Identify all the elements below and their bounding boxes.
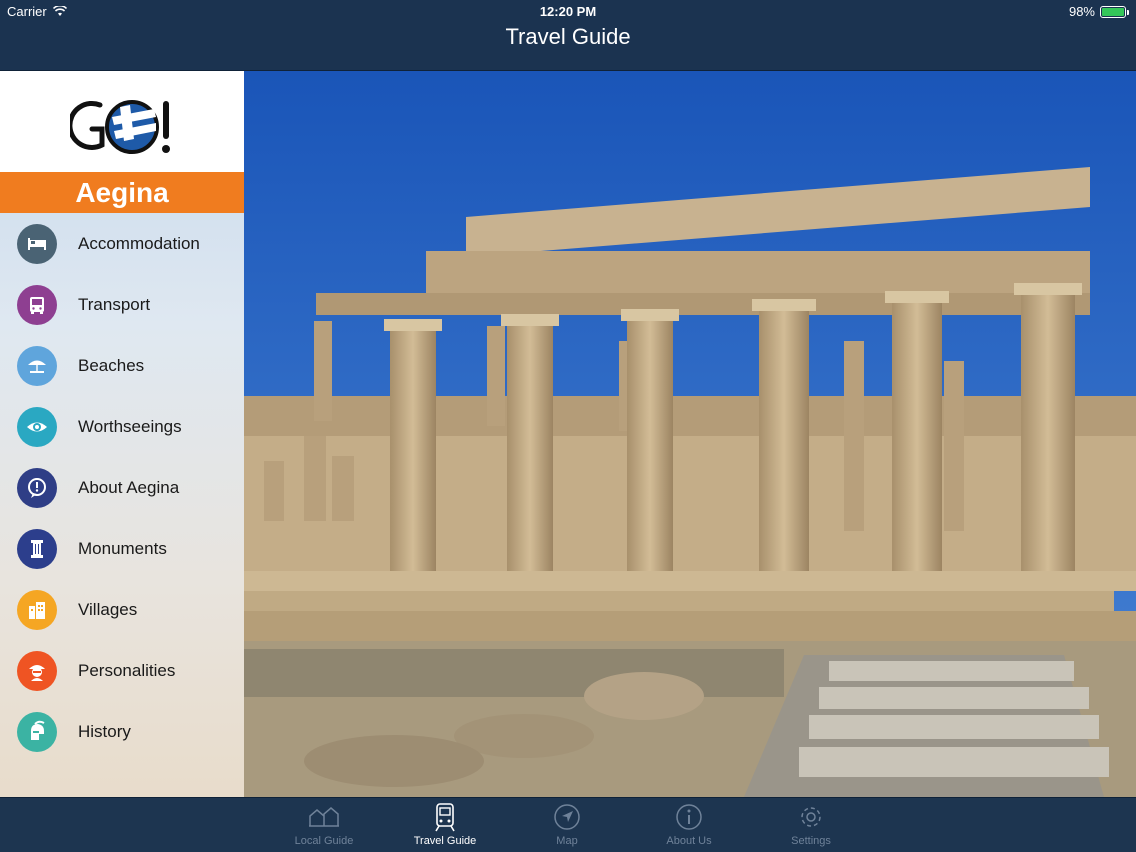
menu-item-worthseeings[interactable]: Worthseeings bbox=[0, 396, 244, 457]
logo-area bbox=[0, 71, 244, 172]
menu-label: Transport bbox=[78, 294, 151, 314]
beach-umbrella-icon bbox=[17, 345, 57, 386]
hero-photo-temple bbox=[244, 71, 1136, 797]
menu-label: Beaches bbox=[78, 355, 145, 375]
info-bubble-icon bbox=[17, 467, 57, 508]
region-title: Aegina bbox=[0, 172, 244, 213]
category-menu: Accommodation Transport Beaches Worthsee… bbox=[0, 213, 244, 762]
tab-travel-guide[interactable]: Travel Guide bbox=[395, 802, 495, 847]
menu-item-accommodation[interactable]: Accommodation bbox=[0, 213, 244, 274]
menu-label: About Aegina bbox=[78, 477, 180, 497]
tab-label: About Us bbox=[666, 835, 712, 847]
compass-arrow-icon bbox=[554, 804, 580, 830]
tab-bar: Local Guide Travel Guide Map About Us Se… bbox=[0, 797, 1136, 852]
bed-icon bbox=[17, 223, 57, 264]
menu-label: Personalities bbox=[78, 660, 176, 680]
houses-icon bbox=[309, 807, 339, 827]
buildings-icon bbox=[17, 589, 57, 630]
menu-item-about-aegina[interactable]: About Aegina bbox=[0, 457, 244, 518]
battery-icon bbox=[1100, 5, 1129, 18]
navigation-bar: Travel Guide bbox=[0, 22, 1136, 71]
menu-item-history[interactable]: History bbox=[0, 701, 244, 762]
menu-item-beaches[interactable]: Beaches bbox=[0, 335, 244, 396]
train-icon bbox=[435, 803, 455, 832]
column-icon bbox=[17, 528, 57, 569]
menu-label: History bbox=[78, 721, 131, 741]
nav-title: Travel Guide bbox=[505, 24, 631, 49]
status-time: 12:20 PM bbox=[539, 4, 597, 19]
battery-percent: 98% bbox=[1068, 4, 1095, 19]
menu-label: Villages bbox=[78, 599, 138, 619]
gear-icon bbox=[801, 807, 821, 827]
sidebar: Aegina Accommodation Transport Beaches W… bbox=[0, 71, 244, 797]
tab-label: Travel Guide bbox=[413, 835, 477, 847]
tab-local-guide[interactable]: Local Guide bbox=[274, 802, 374, 847]
menu-item-monuments[interactable]: Monuments bbox=[0, 518, 244, 579]
tab-about-us[interactable]: About Us bbox=[639, 802, 739, 847]
eye-icon bbox=[17, 406, 57, 447]
tab-label: Settings bbox=[791, 835, 831, 847]
tab-label: Local Guide bbox=[294, 835, 354, 847]
tab-settings[interactable]: Settings bbox=[761, 802, 861, 847]
person-icon bbox=[17, 650, 57, 691]
tab-map[interactable]: Map bbox=[517, 802, 617, 847]
menu-item-transport[interactable]: Transport bbox=[0, 274, 244, 335]
menu-label: Accommodation bbox=[78, 233, 200, 253]
status-bar: Carrier 12:20 PM 98% bbox=[0, 0, 1136, 22]
menu-label: Monuments bbox=[78, 538, 167, 558]
menu-item-villages[interactable]: Villages bbox=[0, 579, 244, 640]
menu-label: Worthseeings bbox=[78, 416, 182, 436]
go-greece-logo bbox=[70, 100, 170, 154]
menu-item-personalities[interactable]: Personalities bbox=[0, 640, 244, 701]
tab-label: Map bbox=[556, 835, 578, 847]
info-circle-icon bbox=[676, 804, 702, 830]
helmet-icon bbox=[17, 711, 57, 752]
temple-illustration bbox=[244, 71, 1136, 797]
bus-icon bbox=[17, 284, 57, 325]
